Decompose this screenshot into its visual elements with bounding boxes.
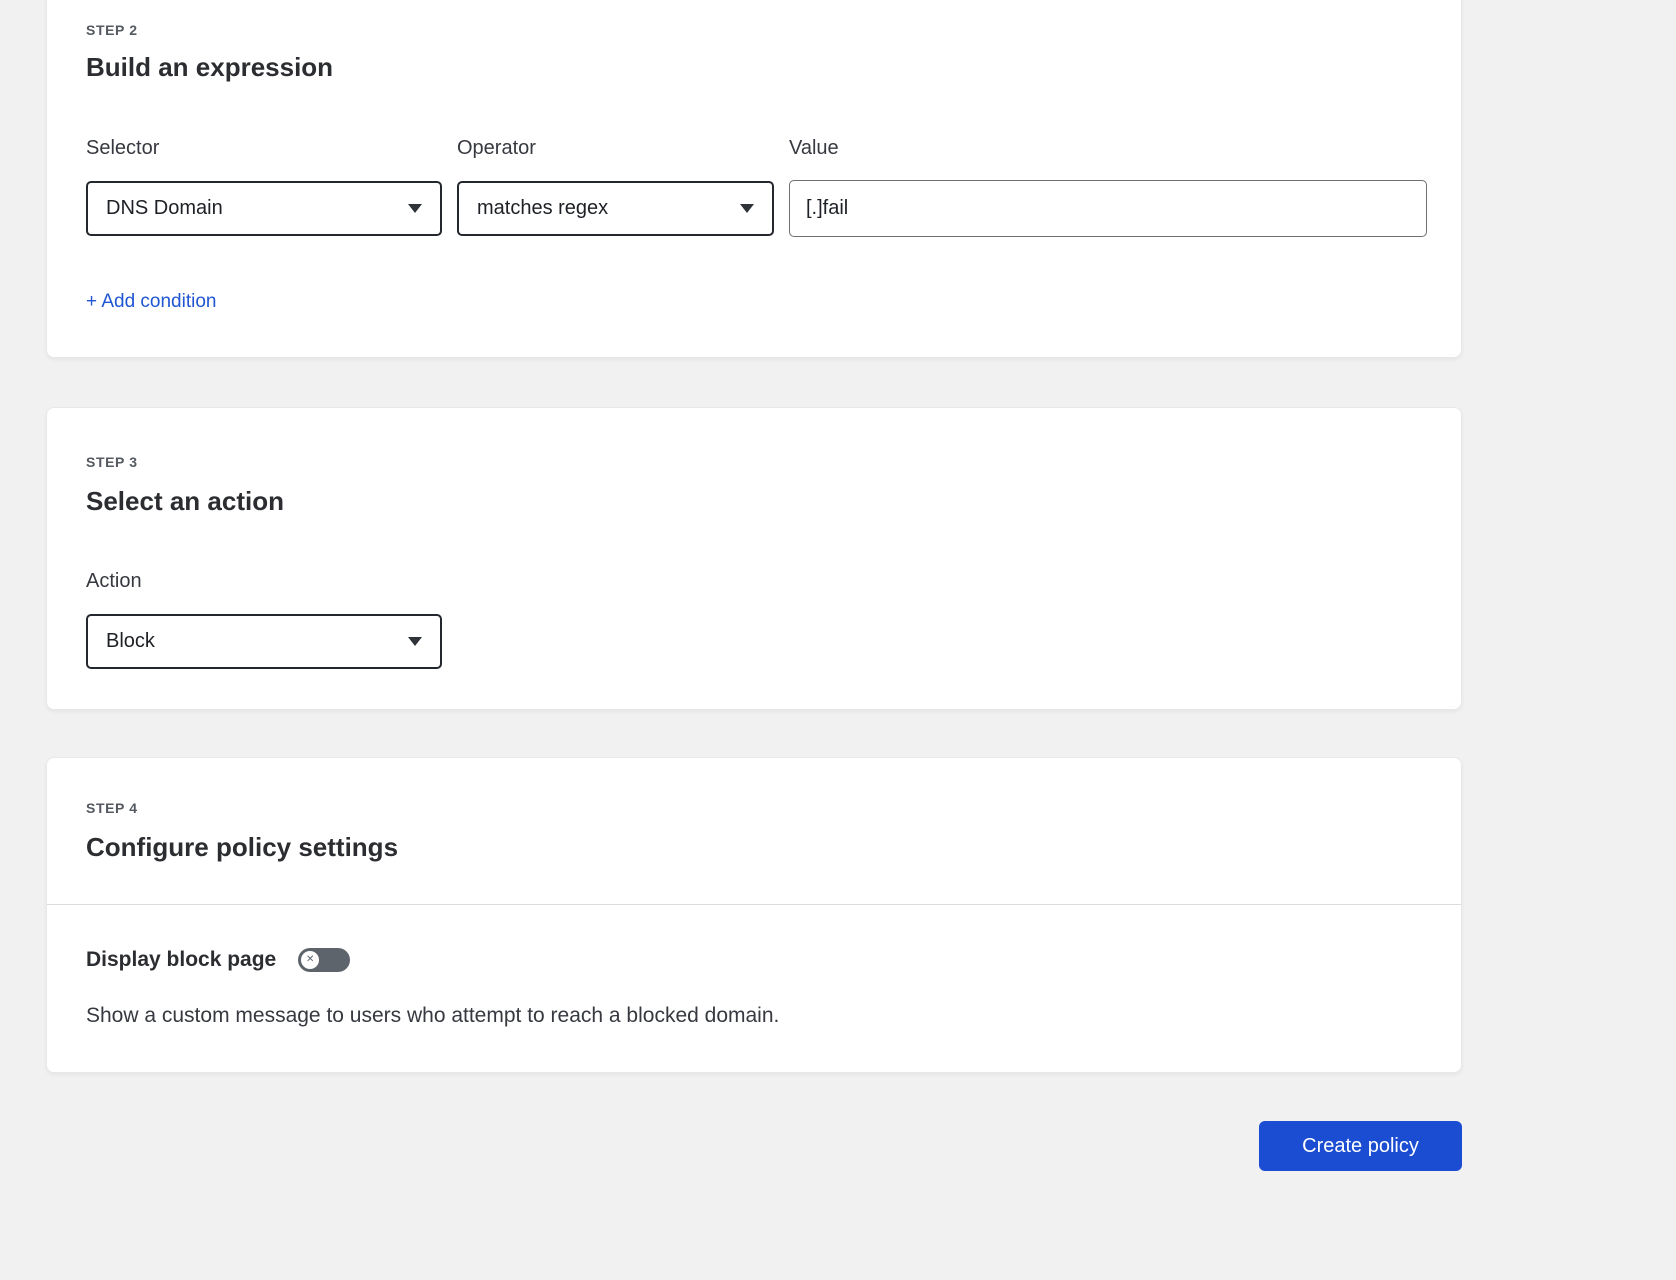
- step3-card: STEP 3 Select an action Action Block: [46, 407, 1462, 710]
- display-block-page-label: Display block page: [86, 948, 277, 971]
- operator-dropdown-value: matches regex: [477, 197, 609, 219]
- operator-dropdown[interactable]: matches regex: [457, 181, 774, 236]
- action-label: Action: [86, 570, 142, 592]
- display-block-page-description: Show a custom message to users who attem…: [86, 1004, 780, 1027]
- operator-label: Operator: [457, 137, 536, 159]
- step3-title: Select an action: [86, 486, 284, 516]
- step2-card: STEP 2 Build an expression Selector Oper…: [46, 0, 1462, 358]
- display-block-page-toggle[interactable]: ✕: [298, 948, 351, 972]
- add-condition-link[interactable]: + Add condition: [86, 291, 216, 313]
- step2-step-label: STEP 2: [86, 22, 138, 38]
- display-block-page-row: Display block page ✕: [86, 948, 351, 972]
- selector-dropdown-value: DNS Domain: [106, 197, 223, 219]
- create-policy-button[interactable]: Create policy: [1259, 1121, 1462, 1171]
- selector-label: Selector: [86, 137, 160, 159]
- step4-step-label: STEP 4: [86, 800, 138, 816]
- value-label: Value: [789, 137, 839, 159]
- chevron-down-icon: [740, 204, 754, 213]
- step4-title: Configure policy settings: [86, 832, 399, 862]
- action-dropdown[interactable]: Block: [86, 614, 442, 669]
- section-divider: [47, 904, 1461, 905]
- selector-dropdown[interactable]: DNS Domain: [86, 181, 442, 236]
- toggle-off-icon: ✕: [301, 951, 320, 969]
- value-input[interactable]: [789, 180, 1427, 237]
- chevron-down-icon: [408, 204, 422, 213]
- step4-card: STEP 4 Configure policy settings Display…: [46, 757, 1462, 1073]
- action-dropdown-value: Block: [106, 630, 155, 652]
- step2-title: Build an expression: [86, 52, 334, 82]
- step3-step-label: STEP 3: [86, 454, 138, 470]
- chevron-down-icon: [408, 637, 422, 646]
